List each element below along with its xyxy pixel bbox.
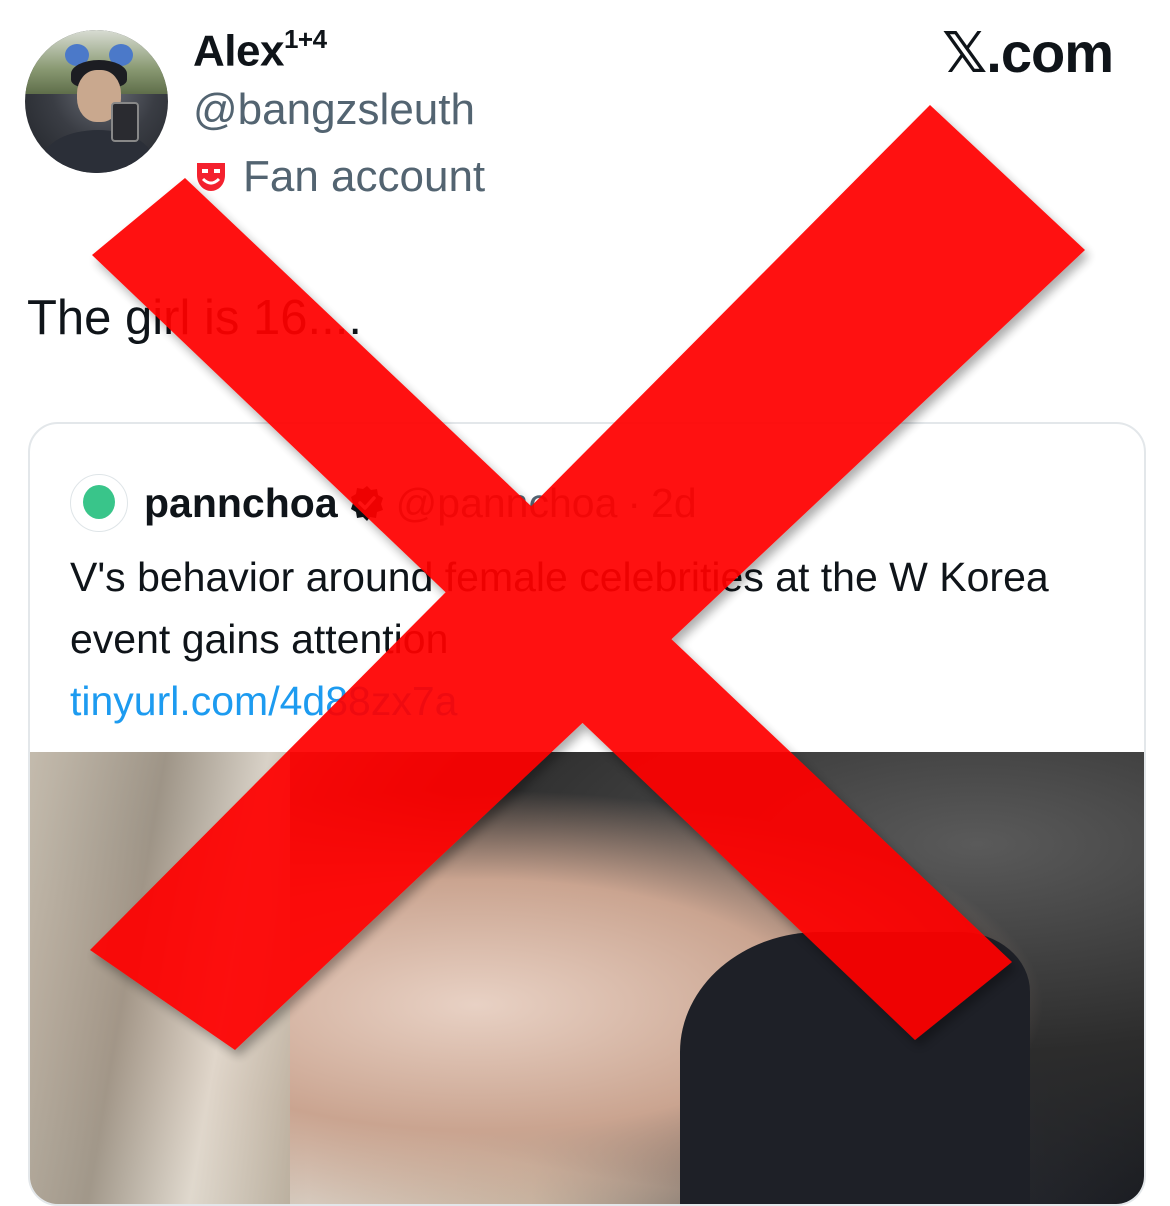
fan-account-text: Fan account: [243, 152, 486, 201]
verified-badge-icon: [350, 486, 383, 521]
quote-tweet-body: V's behavior around female celebrities a…: [70, 546, 1110, 732]
quote-tweet-header: pannchoa @pannchoa · 2d: [70, 474, 697, 532]
tweet-text: The girl is 16....: [27, 291, 362, 345]
media-hair-detail: [30, 752, 290, 1204]
theater-mask-icon: [197, 163, 225, 191]
media-jacket-detail: [680, 932, 1030, 1204]
quote-avatar-mascot: [83, 485, 115, 519]
quote-tweet-text: V's behavior around female celebrities a…: [70, 554, 1049, 662]
quote-timestamp[interactable]: 2d: [651, 480, 697, 527]
quote-tweet-media[interactable]: [30, 752, 1144, 1204]
display-name-suffix: 1+4: [283, 24, 327, 54]
user-handle[interactable]: @bangzsleuth: [193, 85, 475, 135]
display-name[interactable]: Alex1+4: [193, 24, 327, 77]
profile-avatar[interactable]: [25, 30, 168, 173]
x-com-watermark: 𝕏.com: [942, 21, 1114, 84]
quote-tweet-card[interactable]: pannchoa @pannchoa · 2d V's behavior aro…: [28, 422, 1146, 1206]
quote-tweet-link[interactable]: tinyurl.com/4d88zx7a: [70, 670, 1110, 732]
quote-separator: ·: [627, 479, 642, 526]
fan-account-label: Fan account: [193, 152, 485, 202]
quote-author-name[interactable]: pannchoa: [144, 480, 338, 527]
quote-avatar[interactable]: [70, 474, 128, 532]
quote-author-handle[interactable]: @pannchoa: [396, 480, 618, 527]
display-name-text: Alex: [193, 26, 284, 76]
avatar-phone: [111, 102, 139, 142]
